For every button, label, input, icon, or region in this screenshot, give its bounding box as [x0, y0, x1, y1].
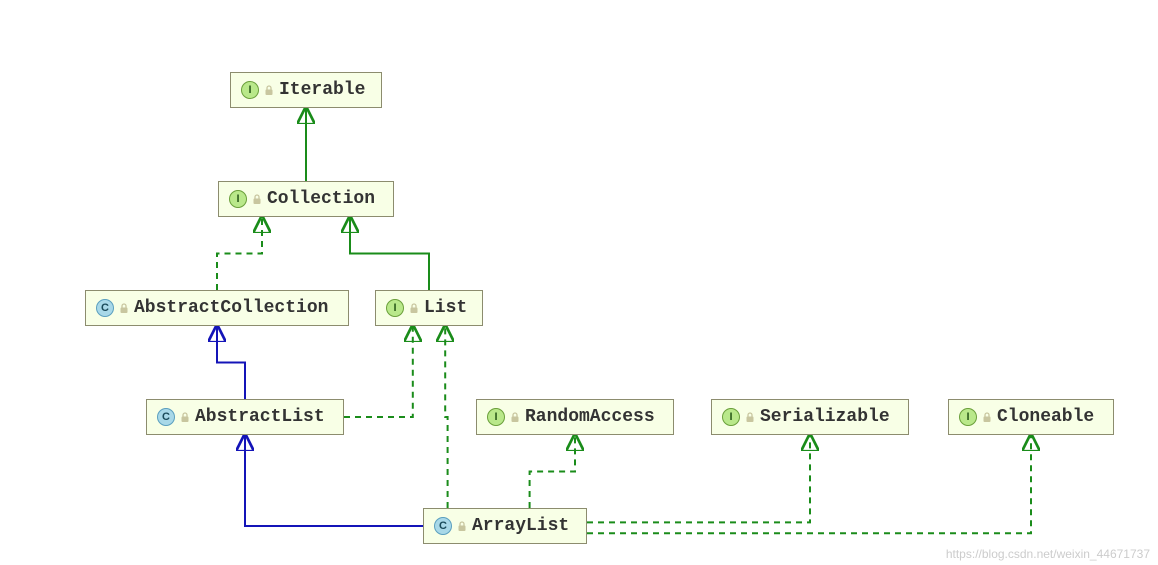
node-iterable: I Iterable: [230, 72, 382, 108]
interface-icon: I: [487, 408, 505, 426]
node-abstractCollection: C AbstractCollection: [85, 290, 349, 326]
interface-icon: I: [241, 81, 259, 99]
lock-icon: [509, 411, 521, 423]
interface-icon: I: [229, 190, 247, 208]
connector-layer: [0, 0, 1158, 565]
node-label: AbstractList: [195, 407, 325, 427]
node-label: AbstractCollection: [134, 298, 328, 318]
node-label: Cloneable: [997, 407, 1094, 427]
node-list: I List: [375, 290, 483, 326]
interface-icon: I: [959, 408, 977, 426]
edge-abstractCollection-to-collection: [217, 217, 262, 290]
node-label: RandomAccess: [525, 407, 655, 427]
lock-icon: [408, 302, 420, 314]
edge-arrayList-to-abstractList: [245, 435, 423, 526]
node-collection: I Collection: [218, 181, 394, 217]
edge-arrayList-to-serializable: [587, 435, 810, 522]
edge-arrayList-to-cloneable: [587, 435, 1031, 533]
edge-arrayList-to-randomAccess: [530, 435, 575, 508]
node-cloneable: I Cloneable: [948, 399, 1114, 435]
lock-icon: [263, 84, 275, 96]
class-icon: C: [157, 408, 175, 426]
node-abstractList: C AbstractList: [146, 399, 344, 435]
node-label: Serializable: [760, 407, 890, 427]
lock-icon: [744, 411, 756, 423]
class-icon: C: [434, 517, 452, 535]
watermark-text: https://blog.csdn.net/weixin_44671737: [946, 547, 1150, 561]
lock-icon: [179, 411, 191, 423]
node-label: ArrayList: [472, 516, 569, 536]
node-label: Iterable: [279, 80, 365, 100]
node-randomAccess: I RandomAccess: [476, 399, 674, 435]
edge-abstractList-to-abstractCollection: [217, 326, 245, 399]
lock-icon: [251, 193, 263, 205]
node-serializable: I Serializable: [711, 399, 909, 435]
lock-icon: [118, 302, 130, 314]
node-arrayList: C ArrayList: [423, 508, 587, 544]
interface-icon: I: [722, 408, 740, 426]
node-label: Collection: [267, 189, 375, 209]
edge-abstractList-to-list: [344, 326, 413, 417]
edge-arrayList-to-list: [445, 326, 447, 508]
class-icon: C: [96, 299, 114, 317]
node-label: List: [424, 298, 467, 318]
edge-list-to-collection: [350, 217, 429, 290]
lock-icon: [456, 520, 468, 532]
lock-icon: [981, 411, 993, 423]
interface-icon: I: [386, 299, 404, 317]
